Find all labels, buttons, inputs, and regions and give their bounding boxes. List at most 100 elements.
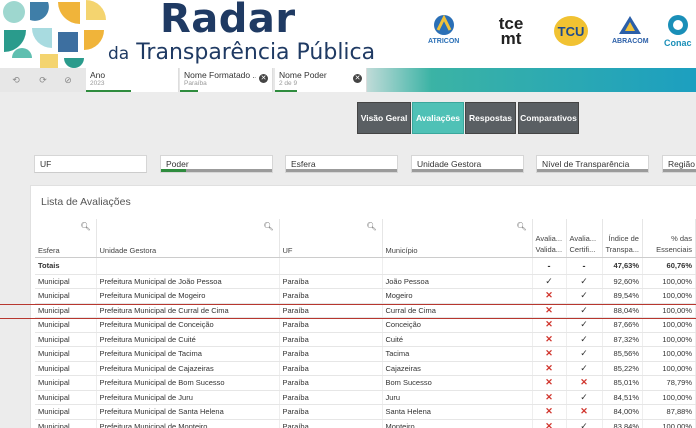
column-header-indice[interactable]: Índice de Transpa... [602,219,643,258]
totals-row: Totais - - 47,63% 60,76% [35,257,696,275]
check-icon: ✓ [580,290,588,301]
cell-validada: ✕ [532,361,567,376]
column-header-certificada[interactable]: Avalia... Certifi... [566,219,603,258]
panel-title: Lista de Avaliações [41,196,131,208]
filter-unidade-gestora[interactable]: Unidade Gestora [411,155,524,173]
cell-unidade: Prefeitura Municipal de Curral de Cima [96,303,280,318]
cell-esfera: Municipal [35,332,97,347]
cell-essenciais: 100,00% [642,361,696,376]
table-row[interactable]: Municipal Prefeitura Municipal de Cuité Pa… [35,332,696,347]
cell-indice: 87,66% [602,317,643,333]
cell-validada: ✕ [532,375,567,391]
cell-uf: Paraíba [279,288,383,304]
cell-unidade: Prefeitura Municipal de Cajazeiras [96,361,280,376]
svg-text:TCU: TCU [558,24,585,39]
selection-forward-icon[interactable]: ⟳ [37,75,49,85]
cell-indice: 89,54% [602,288,643,304]
filter-state-bar [161,169,272,172]
cell-certificada: ✓ [566,303,603,318]
filter-poder[interactable]: Poder [160,155,273,173]
table-row[interactable]: Municipal Prefeitura Municipal de Monteir… [35,419,696,428]
cell-essenciais: 100,00% [642,390,696,405]
cell-indice: 83,84% [602,419,643,428]
selection-chip-bar [275,90,297,92]
selection-chip-nome-poder[interactable]: Nome Poder 2 de 9 ✕ [275,68,367,92]
clear-selection-icon[interactable]: ⊘ [62,75,74,85]
cell-uf: Paraíba [279,274,383,289]
filter-regiao[interactable]: Região [662,155,696,173]
column-header-esfera[interactable]: 🔍︎ Esfera [35,219,97,258]
cross-icon: ✕ [545,362,553,373]
check-icon: ✓ [580,362,588,373]
totals-indice: 47,63% [602,257,643,275]
selection-chip-nome-formatado[interactable]: Nome Formatado ... Paraíba ✕ [180,68,273,92]
table-row[interactable]: Municipal Prefeitura Municipal de Tacima P… [35,346,696,362]
column-header-validada[interactable]: Avalia... Valida... [532,219,567,258]
cell-unidade: Prefeitura Municipal de Santa Helena [96,404,280,420]
cell-indice: 85,01% [602,375,643,391]
column-header-unidade-gestora[interactable]: 🔍︎ Unidade Gestora [96,219,280,258]
table-row[interactable]: Municipal Prefeitura Municipal de Curral … [35,303,696,318]
cell-indice: 84,00% [602,404,643,420]
cross-icon: ✕ [545,290,553,301]
cell-validada: ✕ [532,288,567,304]
cross-icon: ✕ [580,406,588,417]
filter-esfera[interactable]: Esfera [285,155,398,173]
search-icon[interactable]: 🔍︎ [516,222,526,231]
selection-chip-bar [86,90,131,92]
cell-essenciais: 100,00% [642,346,696,362]
table-row[interactable]: Municipal Prefeitura Municipal de Santa H… [35,404,696,420]
cell-esfera: Municipal [35,375,97,391]
cell-essenciais: 78,79% [642,375,696,391]
tab-respostas[interactable]: Respostas [465,102,516,134]
check-icon: ✓ [580,391,588,402]
cross-icon: ✕ [545,348,553,359]
cell-essenciais: 100,00% [642,288,696,304]
cell-certificada: ✓ [566,332,603,347]
conaci-logo: Conac [664,14,692,48]
search-icon[interactable]: 🔍︎ [263,222,273,231]
cell-certificada: ✓ [566,361,603,376]
tab-avaliacoes[interactable]: Avaliações [412,102,464,134]
close-icon[interactable]: ✕ [259,74,268,83]
selection-chip-ano[interactable]: Ano 2023 [86,68,179,92]
table-row[interactable]: Municipal Prefeitura Municipal de Cajazei… [35,361,696,376]
table-row[interactable]: Municipal Prefeitura Municipal de Juru Par… [35,390,696,405]
cross-icon: ✕ [545,420,553,428]
filter-uf[interactable]: UF [34,155,147,173]
cross-icon: ✕ [545,406,553,417]
cell-esfera: Municipal [35,346,97,362]
cross-icon: ✕ [545,319,553,330]
cell-unidade: Prefeitura Municipal de Bom Sucesso [96,375,280,391]
cell-certificada: ✓ [566,419,603,428]
cross-icon: ✕ [545,333,553,344]
check-icon: ✓ [545,275,553,286]
table-row[interactable]: Municipal Prefeitura Municipal de Conceiç… [35,317,696,333]
table-row[interactable]: Municipal Prefeitura Municipal de Bom Suc… [35,375,696,391]
table-row[interactable]: Municipal Prefeitura Municipal de Mogeiro… [35,288,696,304]
decorative-pattern [3,0,106,68]
search-icon[interactable]: 🔍︎ [80,222,90,231]
column-header-uf[interactable]: 🔍︎ UF [279,219,383,258]
filter-nivel-transparencia[interactable]: Nível de Transparência [536,155,649,173]
selection-bar: ⟲ ⟳ ⊘ Ano 2023 Nome Formatado ... Paraíb… [0,68,696,92]
close-icon[interactable]: ✕ [353,74,362,83]
column-header-municipio[interactable]: 🔍︎ Município [382,219,533,258]
tab-comparativos[interactable]: Comparativos [518,102,579,134]
check-icon: ✓ [580,319,588,330]
cell-indice: 88,04% [602,303,643,318]
tcu-logo: TCU [552,14,590,48]
evaluations-panel: Lista de Avaliações 🔍︎ Esfera 🔍︎ Unidade G… [30,185,696,428]
cell-municipio: Bom Sucesso [382,375,533,391]
tab-visao-geral[interactable]: Visão Geral [357,102,411,134]
cell-unidade: Prefeitura Municipal de Mogeiro [96,288,280,304]
selection-back-icon[interactable]: ⟲ [10,75,22,85]
table-row[interactable]: Municipal Prefeitura Municipal de João Pe… [35,274,696,289]
cell-uf: Paraíba [279,346,383,362]
abracom-logo: ABRACOM [612,14,649,45]
cell-uf: Paraíba [279,361,383,376]
cell-municipio: Curral de Cima [382,303,533,318]
search-icon[interactable]: 🔍︎ [366,222,376,231]
cell-municipio: Juru [382,390,533,405]
column-header-essenciais[interactable]: % das Essenciais [642,219,696,258]
